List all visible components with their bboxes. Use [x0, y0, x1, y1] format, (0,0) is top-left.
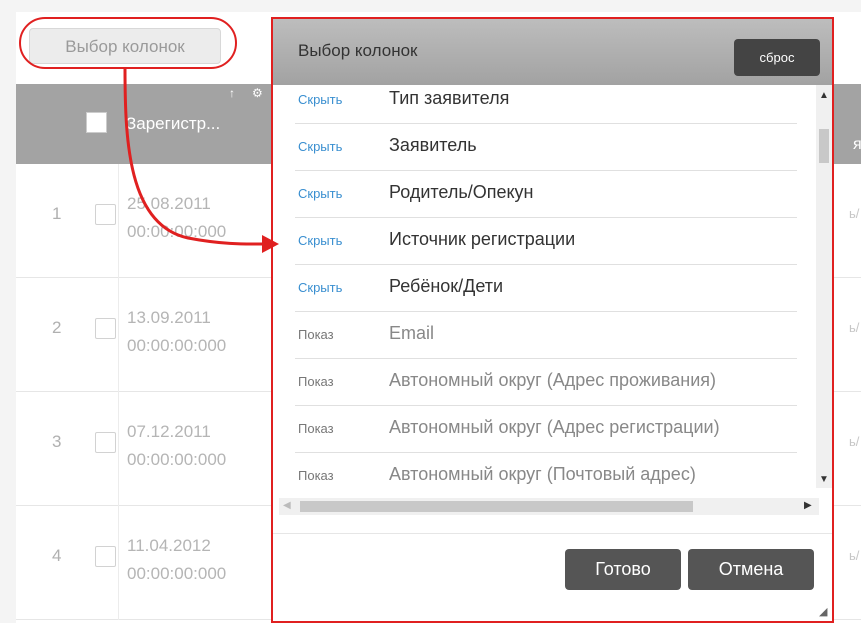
hide-link[interactable]: Скрыть: [298, 186, 342, 201]
dialog-header[interactable]: Выбор колонок сброс: [273, 19, 832, 85]
list-item: Скрыть Тип заявителя: [295, 77, 797, 124]
list-item: Показ Автономный округ (Адрес регистраци…: [295, 406, 797, 453]
row-number: 4: [52, 546, 62, 565]
row-checkbox[interactable]: [95, 204, 116, 225]
row-time: 00:00:00:000: [127, 564, 227, 583]
column-name: Автономный округ (Адрес регистрации): [389, 417, 720, 437]
list-item: Показ Автономный округ (Адрес проживания…: [295, 359, 797, 406]
sort-arrow-icon[interactable]: ↑: [229, 86, 235, 100]
column-name: Ребёнок/Дети: [389, 276, 504, 296]
hide-link[interactable]: Скрыть: [298, 92, 342, 107]
row-checkbox[interactable]: [95, 432, 116, 453]
row-time: 00:00:00:000: [127, 222, 227, 241]
cell-divider: [118, 164, 119, 278]
row-cell-fragment: ь/: [849, 320, 860, 335]
column-name: Email: [389, 323, 435, 343]
hide-link[interactable]: Скрыть: [298, 233, 342, 248]
row-cell-fragment: ь/: [849, 548, 860, 563]
show-link[interactable]: Показ: [298, 327, 334, 342]
dialog-title: Выбор колонок: [298, 41, 418, 60]
scroll-left-icon[interactable]: ◀: [283, 500, 291, 511]
resize-handle-icon[interactable]: ◢: [819, 605, 827, 618]
scroll-thumb[interactable]: [819, 129, 829, 163]
list-item: Скрыть Ребёнок/Дети: [295, 265, 797, 312]
done-button[interactable]: Готово: [565, 549, 681, 590]
row-cell-fragment: ь/: [849, 206, 860, 221]
row-number: 1: [52, 204, 62, 223]
cell-divider: [118, 278, 119, 392]
hide-link[interactable]: Скрыть: [298, 139, 342, 154]
annotation-highlight: [19, 17, 237, 69]
row-cell-fragment: ь/: [849, 434, 860, 449]
row-date: 25.08.2011: [127, 194, 211, 213]
column-chooser-dialog: Выбор колонок сброс Скрыть Тип заявителя…: [271, 17, 834, 623]
column-name: Автономный округ (Почтовый адрес): [389, 464, 696, 484]
row-number: 3: [52, 432, 62, 451]
row-checkbox[interactable]: [95, 318, 116, 339]
row-time: 00:00:00:000: [127, 450, 227, 469]
column-name: Родитель/Опекун: [389, 182, 534, 202]
row-checkbox[interactable]: [95, 546, 116, 567]
row-number: 2: [52, 318, 62, 337]
horizontal-scrollbar[interactable]: ◀ ▶: [279, 498, 819, 515]
hide-link[interactable]: Скрыть: [298, 280, 342, 295]
column-name: Автономный округ (Адрес проживания): [389, 370, 717, 390]
row-time: 00:00:00:000: [127, 336, 227, 355]
column-name: Источник регистрации: [389, 229, 576, 249]
column-header-fragment: я: [853, 136, 861, 153]
column-header-registered[interactable]: Зарегистр...: [126, 114, 220, 134]
list-item: Скрыть Источник регистрации: [295, 218, 797, 265]
scroll-down-icon[interactable]: ▼: [819, 474, 829, 485]
row-date: 13.09.2011: [127, 308, 211, 327]
select-all-checkbox[interactable]: [86, 112, 107, 133]
cancel-button[interactable]: Отмена: [688, 549, 814, 590]
vertical-scrollbar[interactable]: ▲ ▼: [816, 85, 832, 488]
cell-divider: [118, 506, 119, 620]
column-name: Заявитель: [389, 135, 477, 155]
scroll-up-icon[interactable]: ▲: [819, 90, 829, 101]
row-date: 11.04.2012: [127, 536, 211, 555]
list-item: Скрыть Заявитель: [295, 124, 797, 171]
reset-button[interactable]: сброс: [734, 39, 820, 76]
footer-divider: [273, 533, 832, 534]
show-link[interactable]: Показ: [298, 374, 334, 389]
row-date: 07.12.2011: [127, 422, 211, 441]
list-item: Показ Email: [295, 312, 797, 359]
column-name: Тип заявителя: [389, 88, 510, 108]
list-item: Показ Автономный округ (Почтовый адрес): [295, 453, 797, 500]
scroll-right-icon[interactable]: ▶: [804, 500, 812, 511]
list-item: Скрыть Родитель/Опекун: [295, 171, 797, 218]
gear-icon[interactable]: ⚙: [252, 86, 263, 100]
show-link[interactable]: Показ: [298, 468, 334, 483]
show-link[interactable]: Показ: [298, 421, 334, 436]
scroll-thumb[interactable]: [300, 501, 693, 512]
cell-divider: [118, 392, 119, 506]
